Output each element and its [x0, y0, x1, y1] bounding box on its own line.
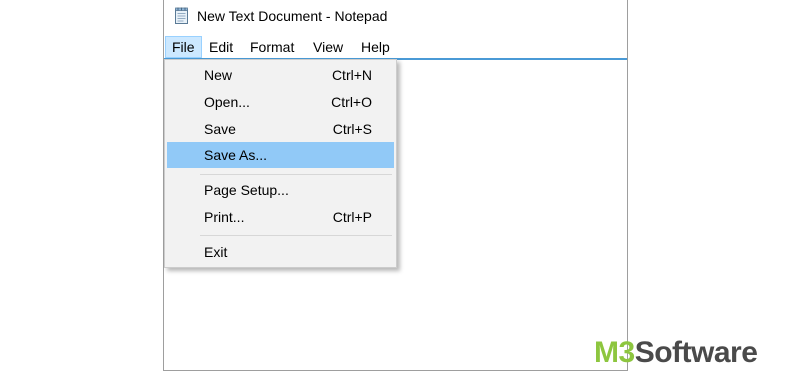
- menu-help[interactable]: Help: [355, 36, 396, 58]
- menu-item-label: Print...: [204, 209, 245, 225]
- menu-separator: [200, 235, 392, 236]
- notepad-icon: [175, 7, 188, 24]
- menu-item-print[interactable]: Print... Ctrl+P: [167, 204, 394, 230]
- screenshot-stage: New Text Document - Notepad File Edit Fo…: [0, 0, 800, 373]
- menu-file[interactable]: File: [165, 36, 202, 58]
- menu-item-exit[interactable]: Exit: [167, 239, 394, 265]
- menu-item-label: Page Setup...: [204, 182, 289, 198]
- window-title: New Text Document - Notepad: [197, 8, 388, 24]
- menu-item-shortcut: Ctrl+S: [332, 121, 372, 137]
- menu-item-page-setup[interactable]: Page Setup...: [167, 177, 394, 203]
- menu-item-label: Exit: [204, 244, 228, 260]
- menu-item-save[interactable]: Save Ctrl+S: [167, 116, 394, 142]
- menu-item-label: Open...: [204, 94, 250, 110]
- menu-item-open[interactable]: Open... Ctrl+O: [167, 89, 394, 115]
- menu-format[interactable]: Format: [244, 36, 300, 58]
- title-bar[interactable]: New Text Document - Notepad: [164, 0, 627, 34]
- menu-item-shortcut: Ctrl+P: [332, 209, 372, 225]
- watermark-brand: M3: [594, 336, 635, 369]
- file-menu-dropdown: New Ctrl+N Open... Ctrl+O Save Ctrl+S Sa…: [164, 59, 397, 268]
- menu-bar: File Edit Format View Help: [164, 36, 627, 58]
- watermark-word: Software: [634, 336, 758, 369]
- menu-item-label: Save: [204, 121, 236, 137]
- menu-view[interactable]: View: [307, 36, 349, 58]
- menu-item-shortcut: Ctrl+N: [331, 67, 372, 83]
- menu-separator: [200, 174, 392, 175]
- menu-item-new[interactable]: New Ctrl+N: [167, 62, 394, 88]
- menu-edit[interactable]: Edit: [203, 36, 239, 58]
- menu-item-label: New: [204, 67, 233, 83]
- m3-software-watermark: M3Software: [594, 336, 758, 370]
- menu-item-shortcut: Ctrl+O: [331, 94, 372, 110]
- menu-item-label: Save As...: [204, 147, 268, 163]
- menu-item-save-as[interactable]: Save As...: [167, 142, 394, 168]
